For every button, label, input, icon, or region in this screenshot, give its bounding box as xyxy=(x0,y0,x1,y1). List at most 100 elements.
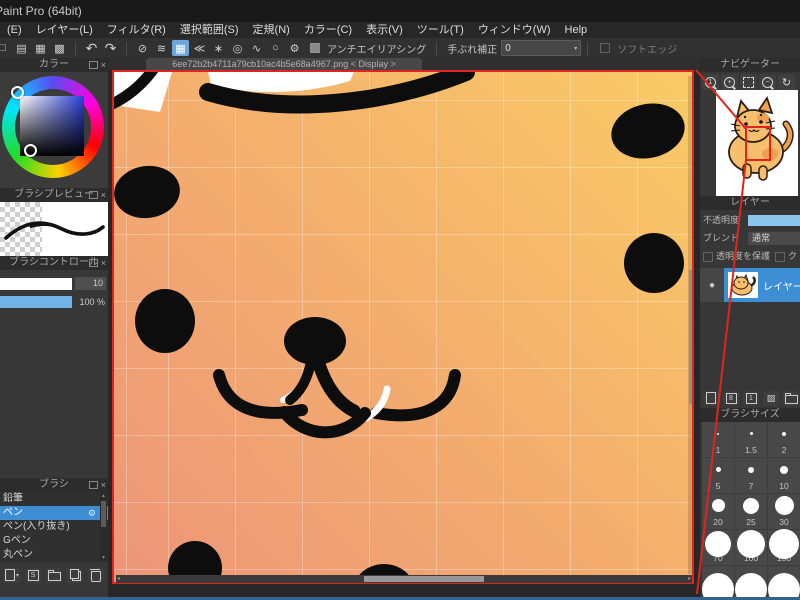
delete-brush-button[interactable] xyxy=(88,568,104,583)
layer-row[interactable]: ● レイヤー1 xyxy=(700,268,800,302)
brush-size-cell[interactable] xyxy=(768,566,800,597)
menu-item-ruler[interactable]: 定規(N) xyxy=(246,22,297,38)
sv-marker[interactable] xyxy=(24,144,37,157)
scroll-left-icon[interactable]: ◂ xyxy=(117,575,120,583)
scroll-up-icon[interactable]: ▲ xyxy=(100,493,107,499)
zoom-out-button[interactable]: − xyxy=(759,74,776,90)
menu-item-filter[interactable]: フィルタ(R) xyxy=(100,22,173,38)
canvas-vertical-scrollbar[interactable] xyxy=(688,76,694,574)
no-snap-icon[interactable]: ⊘ xyxy=(134,40,151,56)
brush-item-maru-pen[interactable]: 丸ペン xyxy=(0,548,108,562)
vanishing-point-icon[interactable]: ≪ xyxy=(191,40,208,56)
brush-item-pencil[interactable]: 鉛筆 xyxy=(0,492,108,506)
brush-size-cell[interactable] xyxy=(735,566,767,597)
popout-icon[interactable] xyxy=(89,481,98,489)
zoom-in-button[interactable]: + xyxy=(721,74,738,90)
popout-icon[interactable] xyxy=(89,191,98,199)
brush-folder-button[interactable] xyxy=(46,568,62,583)
brush-opacity-value: 100 % xyxy=(79,295,105,309)
brush-size-cell[interactable]: 1 xyxy=(702,422,734,457)
close-icon[interactable]: × xyxy=(101,482,106,489)
brush-size-cell[interactable]: 1.5 xyxy=(735,422,767,457)
brush-item-pen-taper[interactable]: ペン(入り抜き) xyxy=(0,520,108,534)
brush-item-pen[interactable]: ペン ⚙ xyxy=(0,506,108,520)
document-icon[interactable]: ▤ xyxy=(13,40,30,56)
rotate-view-icon[interactable]: ↻ xyxy=(778,74,795,90)
brush-size-cell[interactable]: 70 xyxy=(702,530,734,565)
duplicate-brush-button[interactable] xyxy=(67,568,83,583)
menu-item-edit[interactable]: (E) xyxy=(0,22,29,38)
note-icon[interactable]: □ xyxy=(0,40,11,56)
navigator-thumbnail[interactable] xyxy=(716,90,798,196)
brush-list-scrollbar[interactable]: ▲ ▼ xyxy=(100,493,107,561)
scrollbar-thumb[interactable] xyxy=(101,501,106,527)
protect-alpha-checkbox[interactable] xyxy=(703,252,713,262)
document-lines-icon[interactable]: ▦ xyxy=(32,40,49,56)
close-icon[interactable]: × xyxy=(101,62,106,69)
undo-icon[interactable]: ↶ xyxy=(83,40,100,56)
brush-item-gpen[interactable]: Gペン xyxy=(0,534,108,548)
brush-size-cell[interactable]: 7 xyxy=(735,458,767,493)
add-1bit-layer-button[interactable]: 1 xyxy=(743,391,759,406)
scrollbar-thumb[interactable] xyxy=(364,576,484,582)
canvas-grid-icon[interactable]: ▩ xyxy=(51,40,68,56)
menu-item-window[interactable]: ウィンドウ(W) xyxy=(471,22,558,38)
brush-size-cell[interactable]: 25 xyxy=(735,494,767,529)
curve-snap-icon[interactable]: ∿ xyxy=(248,40,265,56)
brush-opacity-slider[interactable] xyxy=(0,296,72,308)
snap-settings-gear-icon[interactable]: ⚙ xyxy=(286,40,303,56)
blend-select[interactable]: 通常 xyxy=(748,232,800,245)
brush-size-slider[interactable] xyxy=(0,278,72,290)
brush-settings-gear-icon[interactable]: ⚙ xyxy=(88,506,96,520)
scroll-down-icon[interactable]: ▼ xyxy=(100,555,107,561)
grid-snap-icon[interactable]: ▦ xyxy=(172,40,189,56)
zoom-100-button[interactable]: 1 xyxy=(702,74,719,90)
brush-script-button[interactable]: S xyxy=(25,568,41,583)
brush-size-value[interactable]: 10 xyxy=(75,277,106,290)
document-tab[interactable]: 6ee72b2b4711a79cb10ac4b5e68a4967.png < D… xyxy=(146,58,422,70)
window-title: Paint Pro (64bit) xyxy=(0,4,82,18)
brush-size-cell[interactable]: 20 xyxy=(702,494,734,529)
brush-size-cell[interactable] xyxy=(702,566,734,597)
menu-item-help[interactable]: Help xyxy=(558,22,595,38)
hue-marker[interactable] xyxy=(11,86,24,99)
brush-size-cell[interactable]: 5 xyxy=(702,458,734,493)
menu-item-view[interactable]: 表示(V) xyxy=(359,22,410,38)
popout-icon[interactable] xyxy=(89,259,98,267)
add-layer-button[interactable] xyxy=(703,391,719,406)
opacity-slider[interactable] xyxy=(748,215,800,226)
menu-item-color[interactable]: カラー(C) xyxy=(297,22,359,38)
canvas[interactable] xyxy=(112,70,694,584)
ellipse-snap-icon[interactable]: ○ xyxy=(267,40,284,56)
brush-size-cell[interactable]: 10 xyxy=(768,458,800,493)
popout-icon[interactable] xyxy=(89,61,98,69)
menu-item-tool[interactable]: ツール(T) xyxy=(410,22,471,38)
add-layer-folder-button[interactable] xyxy=(783,391,799,406)
layer-visibility-icon[interactable]: ● xyxy=(700,268,724,302)
fit-window-button[interactable] xyxy=(740,74,757,90)
add-8bit-layer-button[interactable]: 8 xyxy=(723,391,739,406)
radial-snap-icon[interactable]: ∗ xyxy=(210,40,227,56)
menu-item-layer[interactable]: レイヤー(L) xyxy=(29,22,100,38)
add-brush-button[interactable]: ▾ xyxy=(4,568,20,583)
brush-size-cell[interactable]: 2 xyxy=(768,422,800,457)
canvas-horizontal-scrollbar[interactable]: ◂ ▸ xyxy=(116,575,692,583)
brush-size-cell[interactable]: 100 xyxy=(735,530,767,565)
parallel-snap-icon[interactable]: ≋ xyxy=(153,40,170,56)
scrollbar-thumb[interactable] xyxy=(689,270,694,404)
close-icon[interactable]: × xyxy=(101,192,106,199)
clipping-checkbox[interactable] xyxy=(775,252,785,262)
scroll-right-icon[interactable]: ▸ xyxy=(688,575,691,583)
brush-size-cell[interactable]: 30 xyxy=(768,494,800,529)
stabilizer-select[interactable]: 0 ▾ xyxy=(501,40,581,56)
layer-selected[interactable]: レイヤー1 xyxy=(724,268,800,302)
brush-size-cell[interactable]: 150 xyxy=(768,530,800,565)
add-halftone-layer-button[interactable]: ▨ xyxy=(763,391,779,406)
close-icon[interactable]: × xyxy=(101,260,106,267)
menu-item-select[interactable]: 選択範囲(S) xyxy=(173,22,246,38)
softedge-checkbox[interactable] xyxy=(600,43,610,53)
antialias-checkbox[interactable] xyxy=(310,43,320,53)
stabilizer-label: 手ぶれ補正 xyxy=(447,41,497,56)
redo-icon[interactable]: ↷ xyxy=(102,40,119,56)
concentric-snap-icon[interactable]: ◎ xyxy=(229,40,246,56)
